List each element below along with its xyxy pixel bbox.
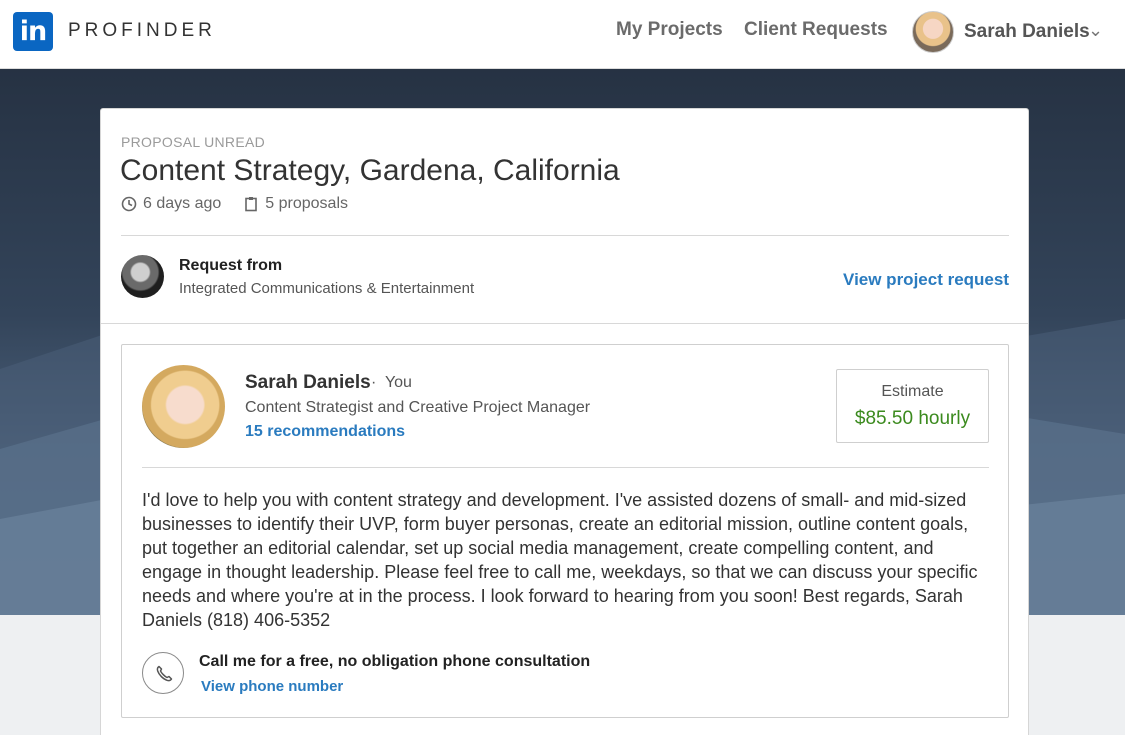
clock-icon <box>121 196 137 212</box>
clipboard-icon <box>243 196 259 212</box>
proposal-status: PROPOSAL UNREAD <box>121 134 266 150</box>
divider <box>142 467 989 468</box>
user-menu-name[interactable]: Sarah Daniels <box>964 21 1090 43</box>
proposal-card: PROPOSAL UNREAD Content Strategy, Garden… <box>100 108 1029 735</box>
divider <box>121 235 1009 236</box>
project-meta: 6 days ago 5 proposals <box>121 195 348 213</box>
proposal-message: I'd love to help you with content strate… <box>142 490 978 630</box>
brand-name[interactable]: PROFINDER <box>68 20 216 42</box>
client-avatar[interactable] <box>121 255 164 298</box>
linkedin-logo-icon[interactable]: in <box>13 12 53 51</box>
client-company: Integrated Communications & Entertainmen… <box>179 280 475 297</box>
proposer-you-tag: · You <box>371 374 412 391</box>
estimate-label: Estimate <box>881 383 944 400</box>
view-phone-number-link[interactable]: View phone number <box>201 678 343 695</box>
phone-icon <box>142 652 184 694</box>
project-title: Content Strategy, Gardena, California <box>120 154 620 187</box>
proposer-avatar[interactable] <box>142 365 225 448</box>
proposer-name[interactable]: Sarah Daniels <box>245 372 371 394</box>
top-navigation-bar: in PROFINDER My Projects Client Requests… <box>0 0 1125 69</box>
user-avatar[interactable] <box>912 11 954 53</box>
estimate-box: Estimate $85.50 hourly <box>836 369 989 443</box>
proposal-count: 5 proposals <box>265 195 348 212</box>
proposer-headline: Content Strategist and Creative Project … <box>245 399 591 416</box>
proposal-details: Sarah Daniels · You Content Strategist a… <box>121 344 1009 718</box>
posted-time: 6 days ago <box>143 195 222 212</box>
nav-client-requests[interactable]: Client Requests <box>744 19 888 41</box>
divider <box>101 323 1028 324</box>
call-consultation-title: Call me for a free, no obligation phone … <box>199 653 591 670</box>
view-project-request-link[interactable]: View project request <box>843 270 1009 290</box>
request-from-label: Request from <box>179 257 283 274</box>
recommendations-link[interactable]: 15 recommendations <box>245 423 405 441</box>
chevron-down-icon[interactable]: ⌄ <box>1088 20 1103 41</box>
nav-my-projects[interactable]: My Projects <box>616 19 723 41</box>
estimate-value: $85.50 hourly <box>854 408 971 429</box>
